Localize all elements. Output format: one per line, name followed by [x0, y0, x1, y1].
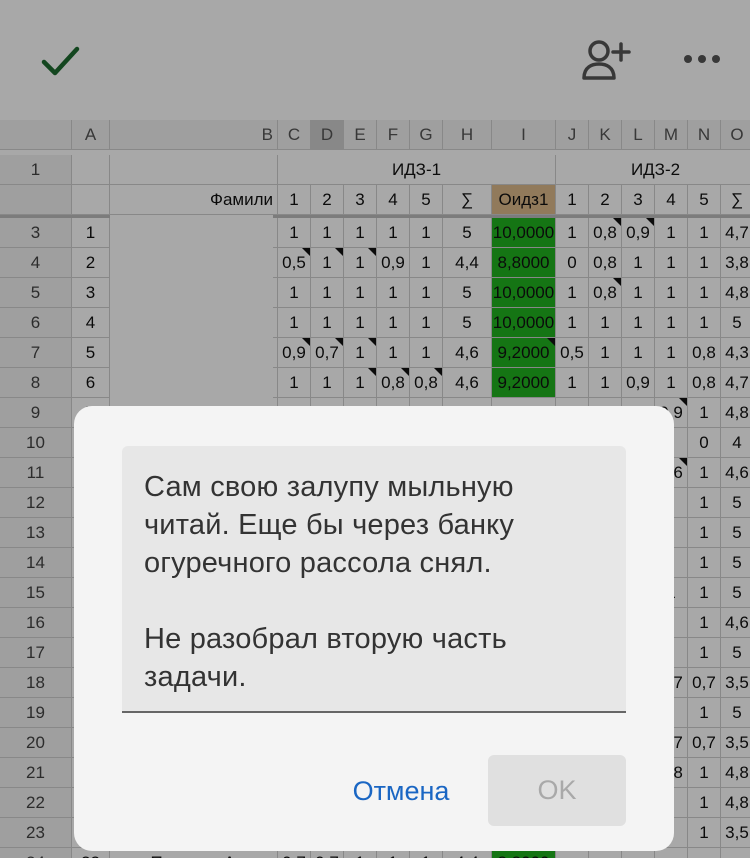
- comment-paragraph-1: Сам свою залупу мыльную читай. Еще бы че…: [144, 471, 515, 579]
- comment-dialog: Сам свою залупу мыльную читай. Еще бы че…: [74, 406, 674, 851]
- comment-paragraph-2: Не разобрал вторую часть задачи.: [144, 623, 507, 693]
- cancel-button[interactable]: Отмена: [336, 761, 466, 821]
- comment-text-field[interactable]: Сам свою залупу мыльную читай. Еще бы че…: [122, 446, 626, 713]
- ok-button[interactable]: OK: [488, 755, 626, 826]
